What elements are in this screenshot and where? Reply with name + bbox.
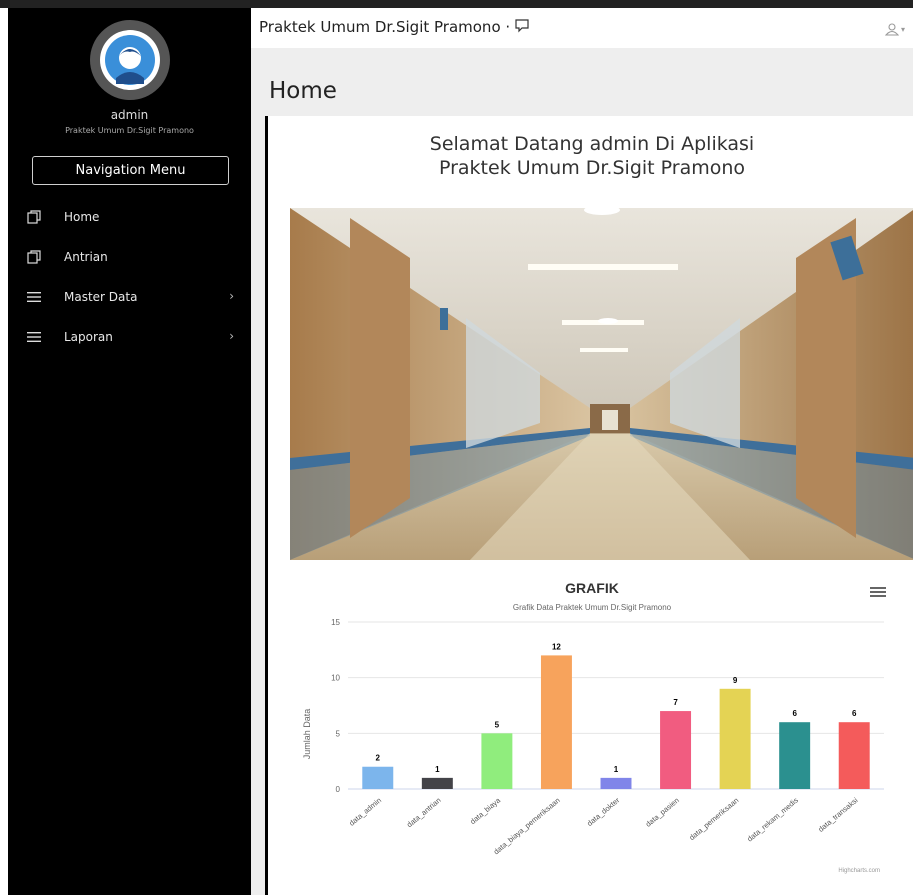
sidebar-item-laporan[interactable]: Laporan › [24, 325, 238, 349]
bar-data_antrian[interactable] [421, 777, 453, 789]
bar-data_pemeriksaan[interactable] [719, 688, 751, 789]
y-axis-label: Jumlah Data [302, 709, 312, 760]
data-label: 9 [733, 676, 738, 685]
sidebar: admin Praktek Umum Dr.Sigit Pramono Navi… [8, 8, 251, 895]
x-tick-label: data_biaya [468, 795, 503, 826]
data-label: 1 [614, 765, 619, 774]
y-tick-label: 0 [336, 785, 341, 794]
user-avatar-icon [105, 35, 155, 85]
chevron-right-icon: › [229, 329, 234, 343]
bars-icon [24, 290, 44, 304]
comment-icon [515, 19, 529, 33]
copy-icon [24, 250, 44, 264]
bar-data_dokter[interactable] [600, 777, 632, 789]
y-tick-label: 10 [331, 674, 340, 683]
sidebar-item-label: Laporan [64, 330, 113, 344]
sidebar-user-subtitle: Praktek Umum Dr.Sigit Pramono [65, 126, 194, 135]
sidebar-user-name: admin [110, 108, 149, 122]
copy-icon [24, 210, 44, 224]
brand-text: Praktek Umum Dr.Sigit Pramono · [259, 18, 511, 36]
data-label: 6 [792, 709, 797, 718]
sidebar-item-label: Home [64, 210, 100, 224]
bars-icon [24, 330, 44, 344]
data-label: 5 [495, 720, 500, 729]
y-tick-label: 15 [331, 618, 340, 627]
bar-data_admin[interactable] [362, 766, 394, 789]
data-label: 7 [673, 698, 678, 707]
welcome-line-1: Selamat Datang admin Di Aplikasi [429, 133, 755, 155]
chart-title: GRAFIK [565, 580, 619, 596]
bar-data_transaksi[interactable] [838, 722, 870, 789]
home-panel: Selamat Datang admin Di Aplikasi Praktek… [265, 116, 913, 895]
x-tick-label: data_transaksi [816, 795, 859, 833]
x-tick-label: data_pemeriksaan [687, 796, 740, 843]
navigation-menu-button[interactable]: Navigation Menu [32, 156, 229, 185]
bar-chart: GRAFIK Grafik Data Praktek Umum Dr.Sigit… [290, 576, 894, 882]
x-tick-label: data_antrian [405, 796, 443, 830]
bar-data_pasien[interactable] [660, 711, 692, 789]
top-header: Praktek Umum Dr.Sigit Pramono · ▾ [251, 8, 913, 48]
y-tick-label: 5 [336, 729, 341, 738]
chart-subtitle: Grafik Data Praktek Umum Dr.Sigit Pramon… [513, 603, 672, 612]
x-tick-label: data_biaya_pemeriksaan [492, 796, 562, 857]
page-title: Home [269, 78, 337, 104]
x-tick-label: data_dokter [585, 795, 622, 828]
user-menu-toggle[interactable]: ▾ [884, 22, 905, 36]
sidebar-item-home[interactable]: Home [24, 205, 238, 229]
sidebar-item-label: Master Data [64, 290, 138, 304]
x-tick-label: data_pasien [644, 796, 681, 829]
data-label: 1 [435, 765, 440, 774]
chevron-right-icon: › [229, 289, 234, 303]
sidebar-item-master-data[interactable]: Master Data › [24, 285, 238, 309]
main-content: Home Selamat Datang admin Di Aplikasi Pr… [251, 48, 913, 895]
data-label: 12 [552, 642, 561, 651]
welcome-line-2: Praktek Umum Dr.Sigit Pramono [438, 157, 746, 179]
caret-down-icon: ▾ [900, 24, 905, 34]
welcome-message: Selamat Datang admin Di Aplikasi Praktek… [268, 132, 913, 180]
brand-title[interactable]: Praktek Umum Dr.Sigit Pramono · [259, 18, 529, 36]
x-tick-label: data_admin [347, 796, 383, 828]
chart-credits: Highcharts.com [838, 868, 880, 874]
user-icon [884, 23, 899, 36]
hospital-corridor-image [290, 208, 913, 560]
window-top-strip [0, 0, 913, 8]
bar-data_rekam_medis[interactable] [779, 722, 811, 789]
data-label: 6 [852, 709, 857, 718]
chart-canvas: GRAFIK Grafik Data Praktek Umum Dr.Sigit… [302, 580, 884, 874]
chart-menu-icon[interactable] [870, 586, 886, 598]
avatar [90, 20, 170, 100]
bar-data_biaya_pemeriksaan[interactable] [540, 655, 572, 789]
x-tick-label: data_rekam_medis [745, 795, 800, 843]
sidebar-item-antrian[interactable]: Antrian [24, 245, 238, 269]
data-label: 2 [376, 754, 381, 763]
sidebar-item-label: Antrian [64, 250, 108, 264]
bar-data_biaya[interactable] [481, 733, 513, 789]
